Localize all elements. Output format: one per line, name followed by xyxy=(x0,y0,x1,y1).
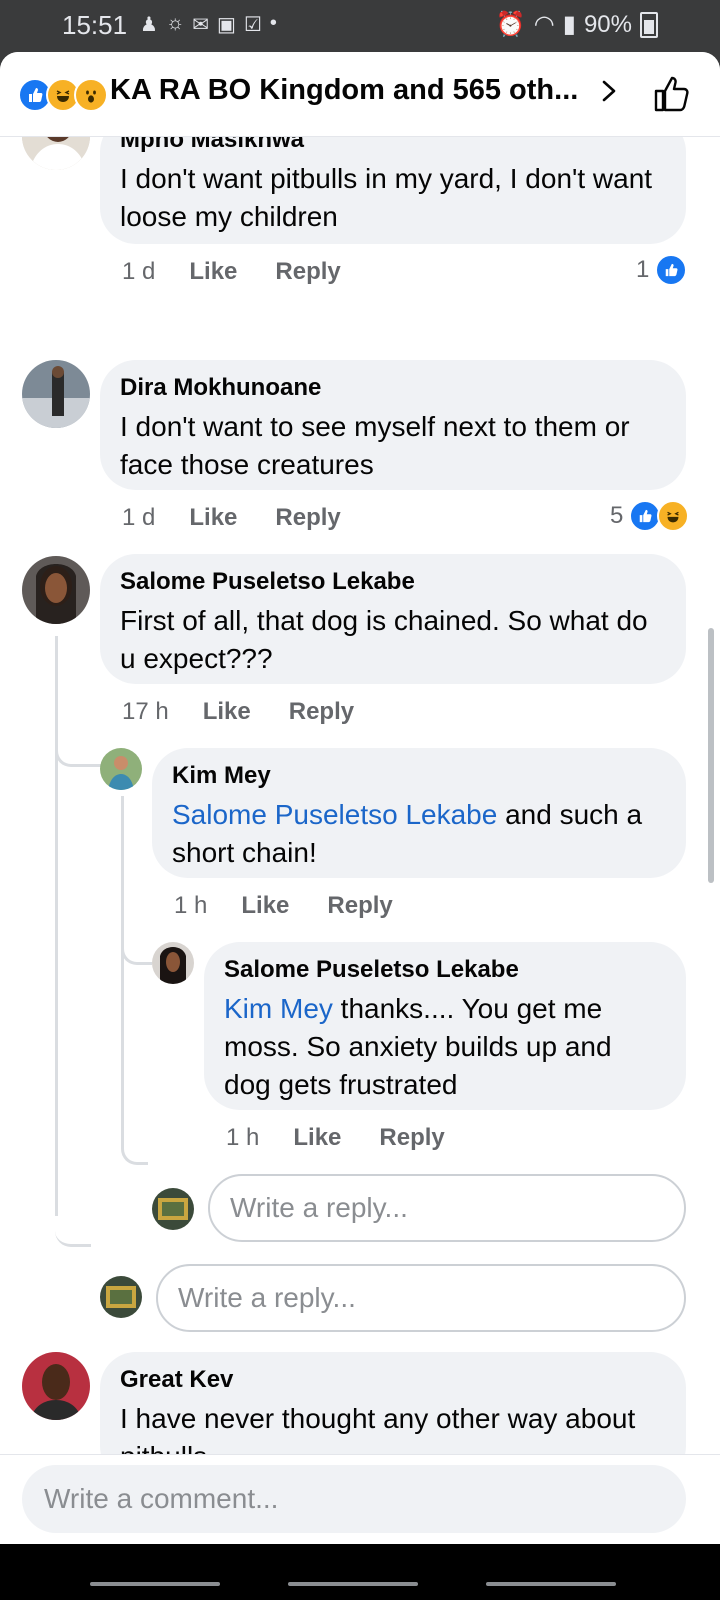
status-system-icons: ⏰ ◠ ▮ 90% xyxy=(496,10,658,39)
comment-input[interactable]: Write a comment... xyxy=(22,1465,686,1533)
comment-author[interactable]: Mpho Masikhwa xyxy=(120,136,666,154)
thread-connector xyxy=(55,1216,91,1247)
comment-time[interactable]: 1 d xyxy=(122,504,155,532)
avatar[interactable] xyxy=(22,136,90,170)
comment-text: I don't want pitbulls in my yard, I don'… xyxy=(120,163,653,232)
battery-percent: 90% xyxy=(583,10,632,38)
avatar[interactable] xyxy=(22,1352,90,1420)
avatar[interactable] xyxy=(152,942,194,984)
comment-time[interactable]: 1 h xyxy=(226,1124,259,1152)
comment-actions: 1 h Like Reply xyxy=(226,1124,483,1152)
system-nav-bar xyxy=(0,1544,720,1600)
comment-bubble[interactable]: Mpho Masikhwa I don't want pitbulls in m… xyxy=(100,136,686,244)
back-button[interactable] xyxy=(486,1582,616,1586)
comment-author[interactable]: Great Kev xyxy=(120,1366,666,1394)
avatar xyxy=(100,1276,142,1318)
comment-time[interactable]: 1 h xyxy=(174,892,207,920)
status-time: 15:51 xyxy=(62,10,128,40)
reactions-summary-title[interactable]: KA RA BO Kingdom and 565 oth... xyxy=(110,74,578,107)
like-thumb-icon[interactable] xyxy=(652,74,692,114)
comment-actions: 17 h Like Reply xyxy=(122,698,392,726)
like-button[interactable]: Like xyxy=(241,892,289,920)
avatar[interactable] xyxy=(22,360,90,428)
checkbox-icon: ☑ xyxy=(243,14,262,36)
comment-text: Salome Puseletso Lekabe and such a short… xyxy=(172,796,666,872)
comment-author[interactable]: Salome Puseletso Lekabe xyxy=(224,956,666,984)
comment-composer: Write a comment... xyxy=(0,1454,720,1544)
reply-bubble[interactable]: Salome Puseletso Lekabe Kim Mey thanks..… xyxy=(204,942,686,1110)
reactions-header[interactable]: KA RA BO Kingdom and 565 oth... xyxy=(0,52,720,137)
comment-text: Kim Mey thanks.... You get me moss. So a… xyxy=(224,990,666,1104)
like-button[interactable]: Like xyxy=(203,698,251,726)
scrollbar[interactable] xyxy=(708,628,714,883)
reaction-count-number: 5 xyxy=(610,502,624,529)
dot-icon: • xyxy=(269,12,277,34)
thread-connector xyxy=(55,726,102,767)
reply-button[interactable]: Reply xyxy=(275,258,340,286)
reply-button[interactable]: Reply xyxy=(327,892,392,920)
comment-list: Mpho Masikhwa I don't want pitbulls in m… xyxy=(0,136,720,1486)
like-button[interactable]: Like xyxy=(293,1124,341,1152)
reaction-count-number: 1 xyxy=(636,256,650,283)
person-icon: ♟ xyxy=(140,14,158,36)
comment-author[interactable]: Kim Mey xyxy=(172,762,666,790)
comment-text: First of all, that dog is chained. So wh… xyxy=(120,605,648,674)
comment-text: I don't want to see myself next to them … xyxy=(120,411,630,480)
like-reaction-icon xyxy=(655,254,688,286)
comment-time[interactable]: 17 h xyxy=(122,698,169,726)
reply-button[interactable]: Reply xyxy=(379,1124,444,1152)
like-button[interactable]: Like xyxy=(189,258,237,286)
header-reactions xyxy=(18,78,108,112)
weather-icon: ☼ xyxy=(165,12,185,34)
avatar[interactable] xyxy=(100,748,142,790)
reaction-count[interactable]: 1 xyxy=(636,254,688,286)
mention-link[interactable]: Kim Mey xyxy=(224,993,333,1024)
wifi-icon: ◠ xyxy=(533,11,555,38)
reply-input[interactable]: Write a reply... xyxy=(208,1174,686,1242)
status-bar: 15:51 ♟ ☼ ✉ ▣ ☑ • ⏰ ◠ ▮ 90% xyxy=(0,0,720,52)
wow-reaction-icon xyxy=(74,78,108,112)
comment-bubble[interactable]: Salome Puseletso Lekabe First of all, th… xyxy=(100,554,686,684)
shopping-icon: ▣ xyxy=(217,14,236,36)
reply-input[interactable]: Write a reply... xyxy=(156,1264,686,1332)
status-notification-icons: ♟ ☼ ✉ ▣ ☑ • xyxy=(140,12,277,37)
recent-apps-button[interactable] xyxy=(90,1582,220,1586)
like-button[interactable]: Like xyxy=(189,504,237,532)
reply-button[interactable]: Reply xyxy=(289,698,354,726)
mention-link[interactable]: Salome Puseletso Lekabe xyxy=(172,799,497,830)
comment-author[interactable]: Salome Puseletso Lekabe xyxy=(120,568,666,596)
reply-bubble[interactable]: Kim Mey Salome Puseletso Lekabe and such… xyxy=(152,748,686,878)
comment-actions: 1 h Like Reply xyxy=(174,892,431,920)
gmail-icon: ✉ xyxy=(192,14,210,36)
comment-bubble[interactable]: Dira Mokhunoane I don't want to see myse… xyxy=(100,360,686,490)
comment-actions: 1 d Like Reply xyxy=(122,504,379,532)
reply-button[interactable]: Reply xyxy=(275,504,340,532)
comment-time[interactable]: 1 d xyxy=(122,258,155,286)
avatar[interactable] xyxy=(22,556,90,624)
comments-sheet: KA RA BO Kingdom and 565 oth... Mpho Mas… xyxy=(0,52,720,1544)
reaction-count[interactable]: 5 xyxy=(610,500,690,532)
haha-reaction-icon xyxy=(657,500,690,532)
home-button[interactable] xyxy=(288,1582,418,1586)
thread-line xyxy=(121,796,124,1136)
battery-icon xyxy=(640,11,658,38)
comment-actions: 1 d Like Reply xyxy=(122,258,379,286)
comment-author[interactable]: Dira Mokhunoane xyxy=(120,374,666,402)
thread-connector xyxy=(121,926,152,965)
thread-line xyxy=(55,636,58,1216)
signal-icon: ▮ xyxy=(562,11,576,38)
thread-connector xyxy=(121,1126,148,1165)
avatar xyxy=(152,1188,194,1230)
alarm-icon: ⏰ xyxy=(495,11,526,38)
chevron-right-icon[interactable] xyxy=(598,80,620,102)
